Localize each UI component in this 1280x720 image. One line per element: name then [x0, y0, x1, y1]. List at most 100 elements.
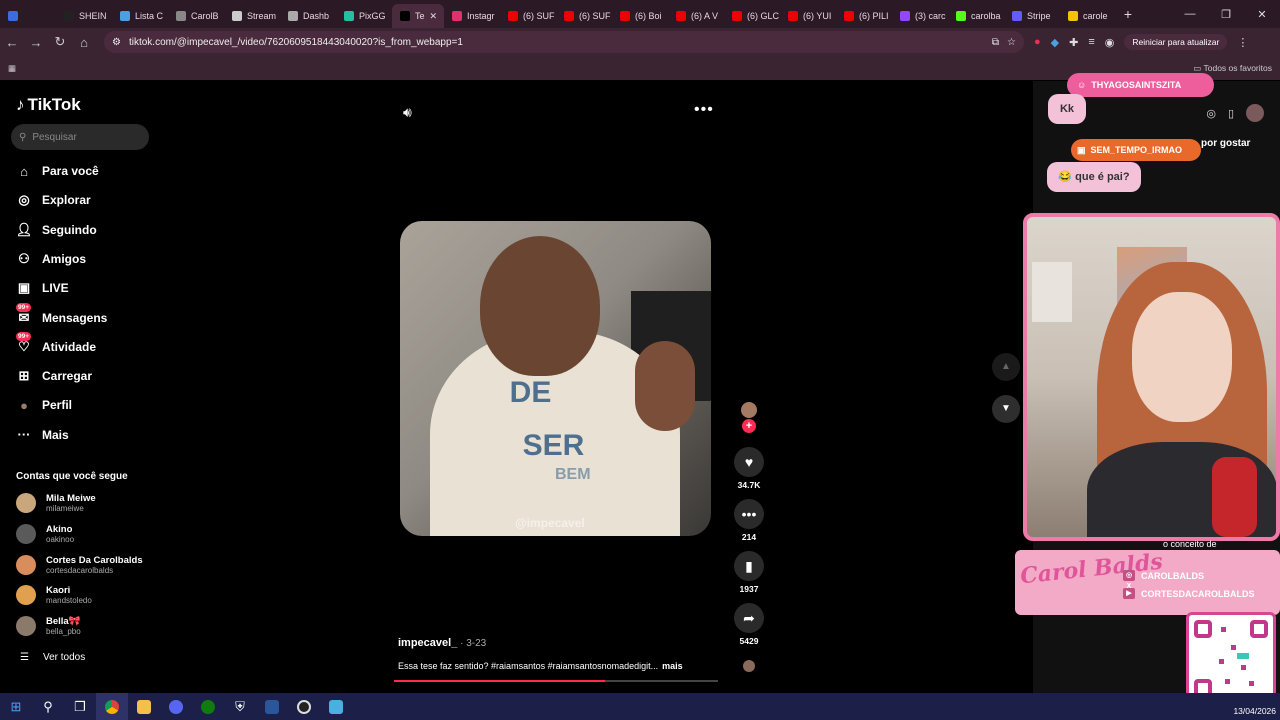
nav-item[interactable]: ⌂ Para você [16, 163, 99, 179]
author-name[interactable]: impecavel_ [398, 637, 457, 649]
chrome-icon[interactable] [96, 693, 128, 720]
browser-tab[interactable]: (6) GLC [724, 4, 780, 28]
url-field[interactable]: ⚙ tiktok.com/@impecavel_/video/762060951… [104, 31, 1024, 53]
reload-icon[interactable]: ↻ [48, 34, 72, 50]
app-icon[interactable] [320, 693, 352, 720]
security-icon[interactable]: ⛨ [224, 693, 256, 720]
browser-tab[interactable]: (6) Boi [612, 4, 668, 28]
account-text: Mila Meiwe milameiwe [46, 493, 96, 513]
tiktok-logo[interactable]: ♪ TikTok [16, 95, 81, 115]
close-tab-icon[interactable]: ✕ [430, 11, 438, 22]
install-icon[interactable]: ⧉ [992, 37, 999, 48]
browser-tab[interactable]: Lista C [112, 4, 168, 28]
phone-icon[interactable]: ▯ [1228, 107, 1234, 120]
compass-icon[interactable]: ◎ [1206, 107, 1216, 120]
word-icon[interactable] [256, 693, 288, 720]
nav-item[interactable]: ▣ LIVE [16, 280, 69, 296]
nav-item[interactable]: ● Perfil [16, 397, 72, 413]
back-icon[interactable]: ← [0, 35, 24, 50]
browser-tab[interactable]: (6) SUF [556, 4, 612, 28]
xbox-icon[interactable] [192, 693, 224, 720]
music-disc-icon[interactable] [743, 660, 755, 672]
microphone [1212, 457, 1257, 537]
webcam-background-shelf [1032, 262, 1072, 322]
comment-icon[interactable]: ••• [734, 499, 764, 529]
browser-tab[interactable]: (6) PILI [836, 4, 892, 28]
browser-tab[interactable]: Te ✕ [392, 4, 444, 28]
video-caption-line-2: SER [522, 429, 585, 462]
restart-button[interactable]: Reiniciar para atualizar [1124, 34, 1228, 50]
windows-start-icon[interactable]: ⊞ [0, 693, 32, 720]
close-window-icon[interactable]: ✕ [1244, 8, 1280, 21]
browser-tab[interactable]: PixGG [336, 4, 392, 28]
forward-icon[interactable]: → [24, 35, 48, 50]
more-link[interactable]: mais [662, 661, 683, 671]
volume-icon[interactable]: 🔊︎ [403, 104, 412, 121]
tab-title: (6) Boi [635, 11, 662, 21]
browser-tab[interactable]: CarolB [168, 4, 224, 28]
task-view-icon[interactable]: ❐ [64, 693, 96, 720]
nav-item[interactable]: 👤︎ Seguindo [16, 222, 97, 238]
video-player[interactable]: DE SER BEM @impecavel [400, 221, 711, 536]
like-action[interactable]: ♥ 34.7K [733, 447, 765, 490]
all-bookmarks-link[interactable]: ▭ Todos os favoritos [1193, 63, 1272, 74]
extension-icon[interactable]: ● [1034, 36, 1041, 48]
comment-action[interactable]: ••• 214 [733, 499, 765, 542]
menu-kebab-icon[interactable]: ⋮ [1237, 36, 1248, 49]
followed-account[interactable]: Mila Meiwe milameiwe [16, 493, 96, 513]
followed-account[interactable]: Bella🎀 bella_pbo [16, 616, 81, 637]
extension-icon[interactable]: ◆ [1051, 36, 1059, 49]
follow-plus-button[interactable]: + [742, 419, 756, 433]
heart-icon[interactable]: ♥ [734, 447, 764, 477]
followed-account[interactable]: Cortes Da Carolbalds cortesdacarolbalds [16, 554, 143, 575]
video-progress-bar[interactable] [394, 680, 718, 682]
see-all-button[interactable]: ☰ Ver todos [20, 652, 85, 663]
minimize-icon[interactable]: — [1172, 8, 1208, 20]
home-icon[interactable]: ⌂ [72, 35, 96, 50]
browser-tab[interactable]: (6) A V [668, 4, 724, 28]
browser-tab[interactable]: Stripe [1004, 4, 1060, 28]
browser-tab[interactable]: Dashb [280, 4, 336, 28]
discord-icon[interactable] [160, 693, 192, 720]
browser-tab[interactable]: (6) SUF [500, 4, 556, 28]
browser-tab[interactable]: (6) YUI [780, 4, 836, 28]
nav-item[interactable]: ⊞ Carregar [16, 368, 92, 384]
nav-item[interactable]: ◎ Explorar [16, 192, 90, 208]
avatar[interactable] [1246, 104, 1264, 122]
obs-icon[interactable] [288, 693, 320, 720]
browser-tab[interactable]: SHEIN [56, 4, 112, 28]
nav-item[interactable]: ··· Mais [16, 427, 69, 443]
save-action[interactable]: ▮ 1937 [733, 551, 765, 594]
nav-item[interactable]: ✉ 99+ Mensagens [16, 302, 107, 326]
browser-tab[interactable]: (3) carc [892, 4, 948, 28]
creator-avatar[interactable] [741, 402, 757, 418]
followed-account[interactable]: Kaori mandstoledo [16, 585, 92, 606]
apps-grid-icon[interactable]: ▦ [8, 63, 16, 74]
profile-avatar-icon[interactable]: ◉ [1105, 36, 1115, 49]
extensions-puzzle-icon[interactable]: ✚ [1069, 36, 1078, 49]
more-options-icon[interactable]: ••• [694, 101, 714, 119]
maximize-icon[interactable]: ❐ [1208, 8, 1244, 21]
followed-account[interactable]: Akino oakinoo [16, 523, 74, 544]
search-icon[interactable]: ⚲ [32, 693, 64, 720]
next-video-button[interactable]: ▼ [992, 395, 1020, 423]
search-input[interactable]: ⚲ Pesquisar [11, 124, 149, 150]
video-author[interactable]: impecavel_ · 3-23 [398, 637, 486, 649]
share-action[interactable]: ➦ 5429 [733, 603, 765, 646]
browser-tab[interactable]: carole [1060, 4, 1116, 28]
previous-video-button[interactable]: ▲ [992, 353, 1020, 381]
bookmark-star-icon[interactable]: ☆ [1007, 37, 1016, 48]
browser-tab[interactable] [0, 4, 56, 28]
bookmark-icon[interactable]: ▮ [734, 551, 764, 581]
file-explorer-icon[interactable] [128, 693, 160, 720]
nav-item[interactable]: ♡ 99+ Atividade [16, 331, 96, 355]
new-tab-button[interactable]: + [1116, 6, 1140, 22]
browser-tab[interactable]: carolba [948, 4, 1004, 28]
site-info-icon[interactable]: ⚙ [112, 37, 121, 48]
browser-tab[interactable]: Stream [224, 4, 280, 28]
windows-taskbar: ⊞ ⚲ ❐ ⛨ [0, 693, 1280, 720]
nav-item[interactable]: ⚇ Amigos [16, 251, 86, 267]
media-icon[interactable]: ≡ [1088, 36, 1094, 48]
browser-tab[interactable]: Instagr [444, 4, 500, 28]
share-icon[interactable]: ➦ [734, 603, 764, 633]
